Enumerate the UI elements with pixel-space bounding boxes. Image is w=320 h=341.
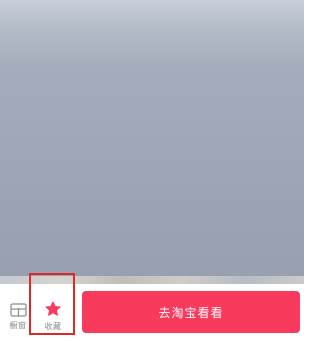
star-icon (45, 300, 61, 316)
store-icon (9, 302, 27, 317)
page: 橱窗 收藏 去淘宝看看 (0, 0, 304, 341)
store-label: 橱窗 (9, 320, 27, 330)
go-to-taobao-button[interactable]: 去淘宝看看 (82, 291, 300, 333)
favorite-label: 收藏 (44, 321, 62, 331)
favorite-button[interactable]: 收藏 (30, 284, 76, 341)
